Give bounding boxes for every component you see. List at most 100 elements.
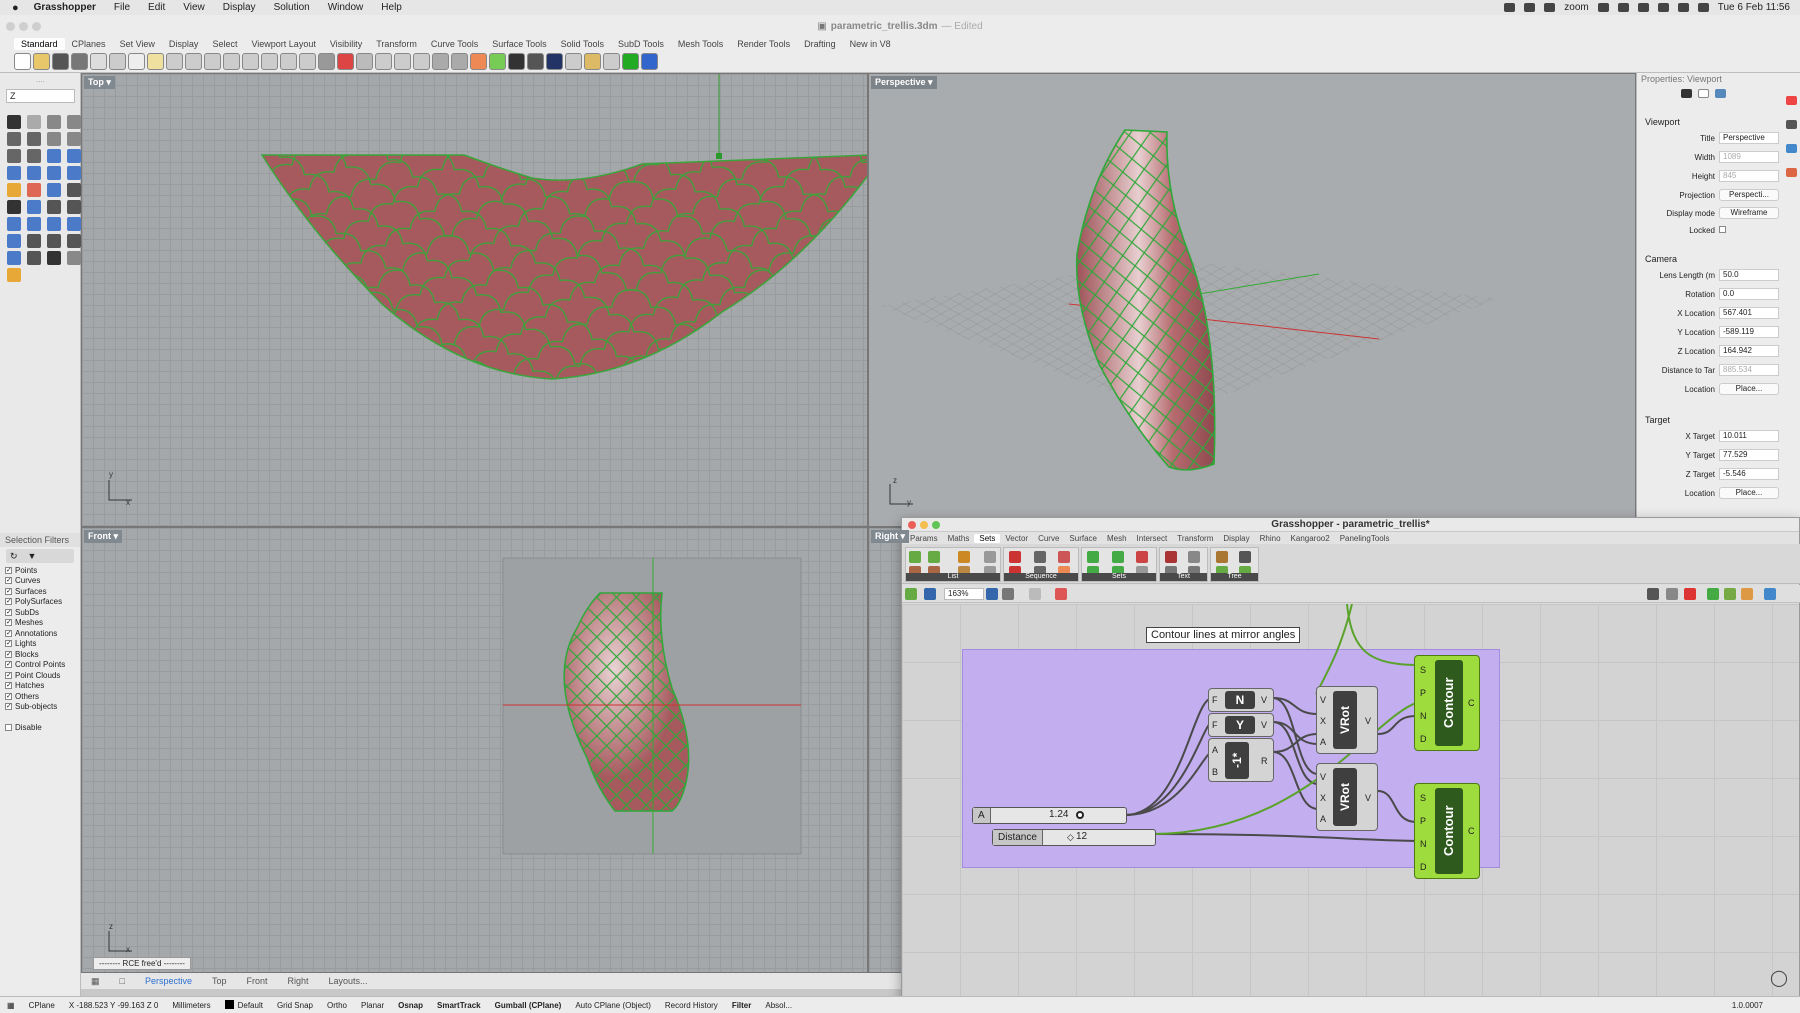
explode-icon[interactable] <box>27 217 41 231</box>
loft-icon[interactable] <box>67 149 81 163</box>
preview-shaded-icon[interactable] <box>1707 588 1719 600</box>
menu-view[interactable]: View <box>174 2 214 13</box>
grid-icon[interactable] <box>318 53 335 70</box>
filter-sub-objects[interactable]: ✓ Sub-objects <box>0 702 80 713</box>
viewport-label-top[interactable]: Top ▾ <box>84 76 115 89</box>
render-icon[interactable] <box>67 251 81 265</box>
filter-meshes[interactable]: ✓ Meshes <box>0 618 80 629</box>
cap-icon[interactable] <box>7 234 21 248</box>
dispatch-icon[interactable] <box>1136 551 1148 563</box>
group-icon[interactable] <box>47 217 61 231</box>
color-icon[interactable] <box>1786 96 1797 105</box>
status-filter[interactable]: Filter <box>725 1001 759 1010</box>
vp-tab-top[interactable]: Top <box>202 976 237 986</box>
text-split-icon[interactable] <box>1188 551 1200 563</box>
checkbox-icon[interactable]: ✓ <box>5 661 12 669</box>
sort-list-icon[interactable] <box>958 551 970 563</box>
refresh-icon[interactable]: ↻ <box>10 549 18 563</box>
new-file-icon[interactable] <box>14 53 31 70</box>
gh-tab-sets[interactable]: Sets <box>974 533 1001 543</box>
series-icon[interactable] <box>1034 551 1046 563</box>
minimize-button[interactable] <box>19 22 28 31</box>
gear-tray-icon[interactable] <box>1504 3 1516 12</box>
checkbox-icon[interactable]: ✓ <box>5 566 12 574</box>
command-input[interactable]: Z <box>6 89 75 103</box>
menu-help[interactable]: Help <box>372 2 411 13</box>
x-location-field[interactable]: 567.401 <box>1719 307 1779 319</box>
tab-render-tools[interactable]: Render Tools <box>730 38 797 50</box>
filter-subds[interactable]: ✓ SubDs <box>0 607 80 618</box>
lens-field[interactable]: 50.0 <box>1719 269 1779 281</box>
osnap-icon[interactable] <box>394 53 411 70</box>
gh-minimize-button[interactable] <box>920 521 928 529</box>
open-file-icon[interactable] <box>33 53 50 70</box>
tab-visibility[interactable]: Visibility <box>323 38 369 50</box>
place-camera-button[interactable]: Place... <box>1719 383 1779 395</box>
gh-tab-display[interactable]: Display <box>1218 534 1254 543</box>
preview-color-icon[interactable] <box>1684 588 1696 600</box>
mesh-icon[interactable] <box>7 183 21 197</box>
grid-tray-icon[interactable] <box>1597 3 1609 12</box>
wifi-icon[interactable] <box>1657 3 1669 12</box>
wire-display-icon[interactable] <box>1666 588 1678 600</box>
gh-tab-intersect[interactable]: Intersect <box>1132 534 1173 543</box>
text-icon[interactable] <box>7 200 21 214</box>
gh-tab-panelingtools[interactable]: PanelingTools <box>1335 534 1395 543</box>
arc-icon[interactable] <box>7 149 21 163</box>
fillet-curve-icon[interactable] <box>27 149 41 163</box>
viewport-label-perspective[interactable]: Perspective ▾ <box>871 76 937 89</box>
gh-tab-kangaroo2[interactable]: Kangaroo2 <box>1286 534 1335 543</box>
slider-distance-grip[interactable]: ◇ <box>1067 832 1074 843</box>
checkbox-icon[interactable]: ✓ <box>5 640 12 648</box>
tab-mesh-tools[interactable]: Mesh Tools <box>671 38 730 50</box>
menu-window[interactable]: Window <box>319 2 373 13</box>
shield-tray-icon[interactable] <box>1544 3 1556 12</box>
menu-display[interactable]: Display <box>214 2 265 13</box>
z-location-field[interactable]: 164.942 <box>1719 345 1779 357</box>
trim-icon[interactable] <box>47 200 61 214</box>
surface-icon[interactable] <box>47 149 61 163</box>
battery-icon[interactable] <box>1637 3 1649 12</box>
projection-select[interactable]: Perspecti... <box>1719 189 1779 201</box>
gh-tab-mesh[interactable]: Mesh <box>1102 534 1132 543</box>
preview-mesh-icon[interactable] <box>1741 588 1753 600</box>
menu-app-name[interactable]: Grasshopper <box>25 2 105 13</box>
viewport-top[interactable]: Top ▾ y x <box>81 73 868 527</box>
component-vrot-1[interactable]: V X A VRot V <box>1316 686 1378 754</box>
gh-tab-curve[interactable]: Curve <box>1033 534 1064 543</box>
y-location-field[interactable]: -589.119 <box>1719 326 1779 338</box>
print-icon[interactable] <box>71 53 88 70</box>
range-icon[interactable] <box>1058 551 1070 563</box>
z-target-field[interactable]: -5.546 <box>1719 468 1779 480</box>
concatenate-icon[interactable] <box>1165 551 1177 563</box>
filter-lights[interactable]: ✓ Lights <box>0 639 80 650</box>
checkbox-icon[interactable]: ✓ <box>5 608 12 616</box>
filter-point-clouds[interactable]: ✓ Point Clouds <box>0 670 80 681</box>
scale-icon[interactable] <box>67 234 81 248</box>
checkbox-icon[interactable]: ✓ <box>5 619 12 627</box>
status-layer[interactable]: Default <box>218 1000 270 1010</box>
slider-a[interactable]: A 1.24 <box>972 807 1127 824</box>
checkbox-icon[interactable]: ✓ <box>5 587 12 595</box>
boolean-icon[interactable] <box>27 183 41 197</box>
control-center-icon[interactable] <box>1697 3 1709 12</box>
zoom-tray-label[interactable]: zoom <box>1564 2 1588 13</box>
layers-icon[interactable] <box>451 53 468 70</box>
vp-tab-perspective[interactable]: Perspective <box>135 976 202 986</box>
width-field[interactable]: 1089 <box>1719 151 1779 163</box>
filter-curves[interactable]: ✓ Curves <box>0 576 80 587</box>
grasshopper-icon[interactable] <box>622 53 639 70</box>
gh-tab-surface[interactable]: Surface <box>1064 534 1102 543</box>
slider-distance[interactable]: Distance ◇ 12 <box>992 829 1156 846</box>
open-document-icon[interactable] <box>905 588 917 600</box>
undo-icon[interactable] <box>166 53 183 70</box>
distance-field[interactable]: 885.534 <box>1719 364 1779 376</box>
zoom-level[interactable]: 163% <box>944 588 984 600</box>
component-y[interactable]: F Y V <box>1208 713 1274 737</box>
component-n[interactable]: F N V <box>1208 688 1274 712</box>
status-ortho[interactable]: Ortho <box>320 1001 354 1010</box>
shift-list-icon[interactable] <box>984 551 996 563</box>
checkbox-icon[interactable] <box>5 723 12 731</box>
viewport-icon[interactable] <box>1698 89 1709 98</box>
gh-close-button[interactable] <box>908 521 916 529</box>
